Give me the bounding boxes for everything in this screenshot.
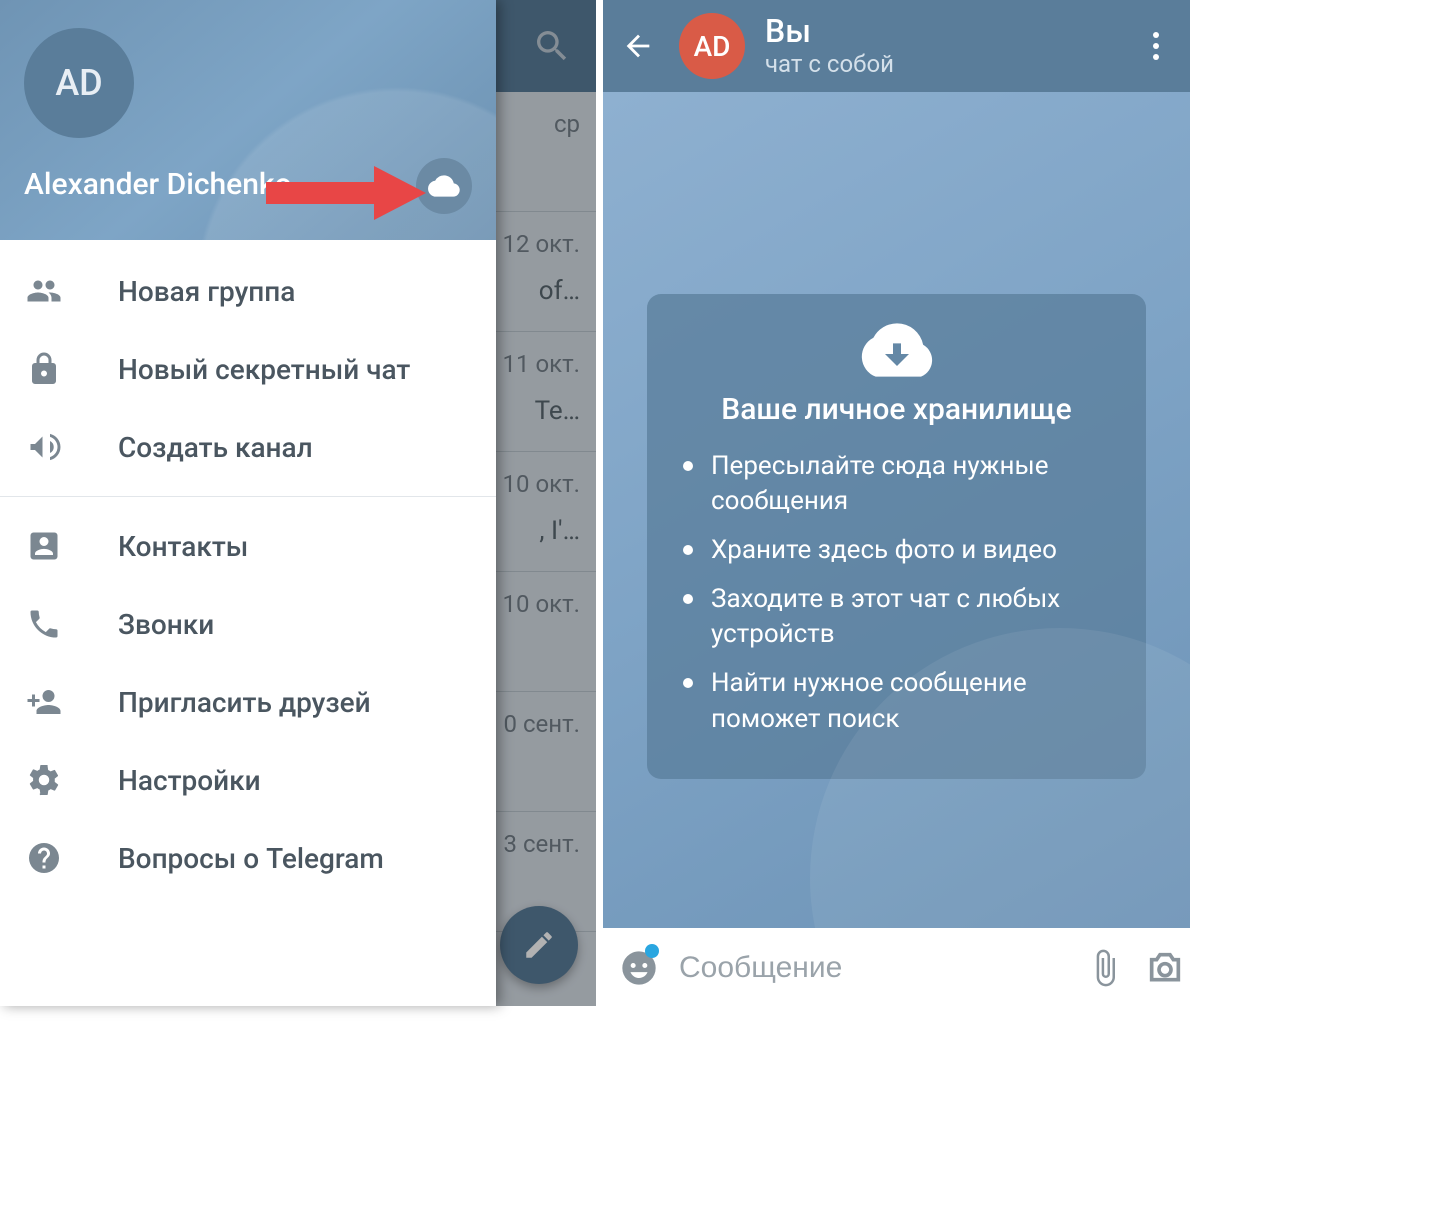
cloud-download-icon (671, 318, 1122, 382)
navigation-drawer: AD Alexander Dichenko Новая группа Новый… (0, 0, 496, 1006)
saved-messages-cloud-button[interactable] (416, 158, 472, 214)
drawer-header: AD Alexander Dichenko (0, 0, 496, 240)
megaphone-icon (24, 427, 64, 467)
message-input-bar (603, 928, 1190, 1008)
back-button[interactable] (617, 25, 659, 67)
message-input[interactable] (679, 951, 1065, 985)
menu-item-label: Новый секретный чат (118, 353, 410, 386)
divider (0, 496, 496, 497)
chat-header: AD Вы чат с собой (603, 0, 1190, 92)
contact-icon (24, 526, 64, 566)
chat-subtitle: чат с собой (765, 51, 894, 77)
menu-item-settings[interactable]: Настройки (0, 741, 496, 819)
lock-icon (24, 349, 64, 389)
menu-item-faq[interactable]: Вопросы о Telegram (0, 819, 496, 897)
chat-title: Вы (765, 14, 894, 49)
chat-body: Ваше личное хранилище Пересылайте сюда н… (603, 92, 1190, 928)
menu-item-secret-chat[interactable]: Новый секретный чат (0, 330, 496, 408)
menu-item-label: Новая группа (118, 275, 295, 308)
gear-icon (24, 760, 64, 800)
camera-button[interactable] (1145, 944, 1185, 992)
info-card-title: Ваше личное хранилище (671, 392, 1122, 427)
right-panel: AD Вы чат с собой Ваше личное хранилище … (603, 0, 1190, 1008)
person-add-icon (24, 682, 64, 722)
menu-item-label: Создать канал (118, 431, 313, 464)
menu-item-invite[interactable]: Пригласить друзей (0, 663, 496, 741)
left-panel: ср 12 окт.of… 11 окт.Те… 10 окт., I'… 10… (0, 0, 596, 1006)
info-bullet-list: Пересылайте сюда нужные сообщения Хранит… (671, 449, 1122, 737)
info-bullet: Храните здесь фото и видео (683, 533, 1122, 568)
phone-icon (24, 604, 64, 644)
info-bullet: Пересылайте сюда нужные сообщения (683, 449, 1122, 519)
menu-item-new-group[interactable]: Новая группа (0, 252, 496, 330)
chat-avatar[interactable]: AD (679, 13, 745, 79)
notification-dot-icon (645, 944, 659, 958)
help-icon (24, 838, 64, 878)
annotation-arrow-icon (266, 166, 426, 220)
menu-item-calls[interactable]: Звонки (0, 585, 496, 663)
menu-item-contacts[interactable]: Контакты (0, 507, 496, 585)
info-bullet: Заходите в этот чат с любых устройств (683, 582, 1122, 652)
user-avatar[interactable]: AD (24, 28, 134, 138)
menu-item-label: Контакты (118, 530, 248, 563)
more-button[interactable] (1136, 26, 1176, 66)
chat-title-block[interactable]: Вы чат с собой (765, 14, 894, 78)
menu-item-new-channel[interactable]: Создать канал (0, 408, 496, 486)
menu-item-label: Настройки (118, 764, 261, 797)
user-name: Alexander Dichenko (24, 167, 292, 202)
menu-item-label: Звонки (118, 608, 214, 641)
attach-button[interactable] (1085, 944, 1125, 992)
drawer-menu: Новая группа Новый секретный чат Создать… (0, 240, 496, 1006)
menu-item-label: Пригласить друзей (118, 686, 371, 719)
group-icon (24, 271, 64, 311)
saved-messages-info-card: Ваше личное хранилище Пересылайте сюда н… (647, 294, 1146, 779)
menu-item-label: Вопросы о Telegram (118, 842, 384, 875)
info-bullet: Найти нужное сообщение поможет поиск (683, 666, 1122, 736)
emoji-button[interactable] (619, 944, 659, 992)
